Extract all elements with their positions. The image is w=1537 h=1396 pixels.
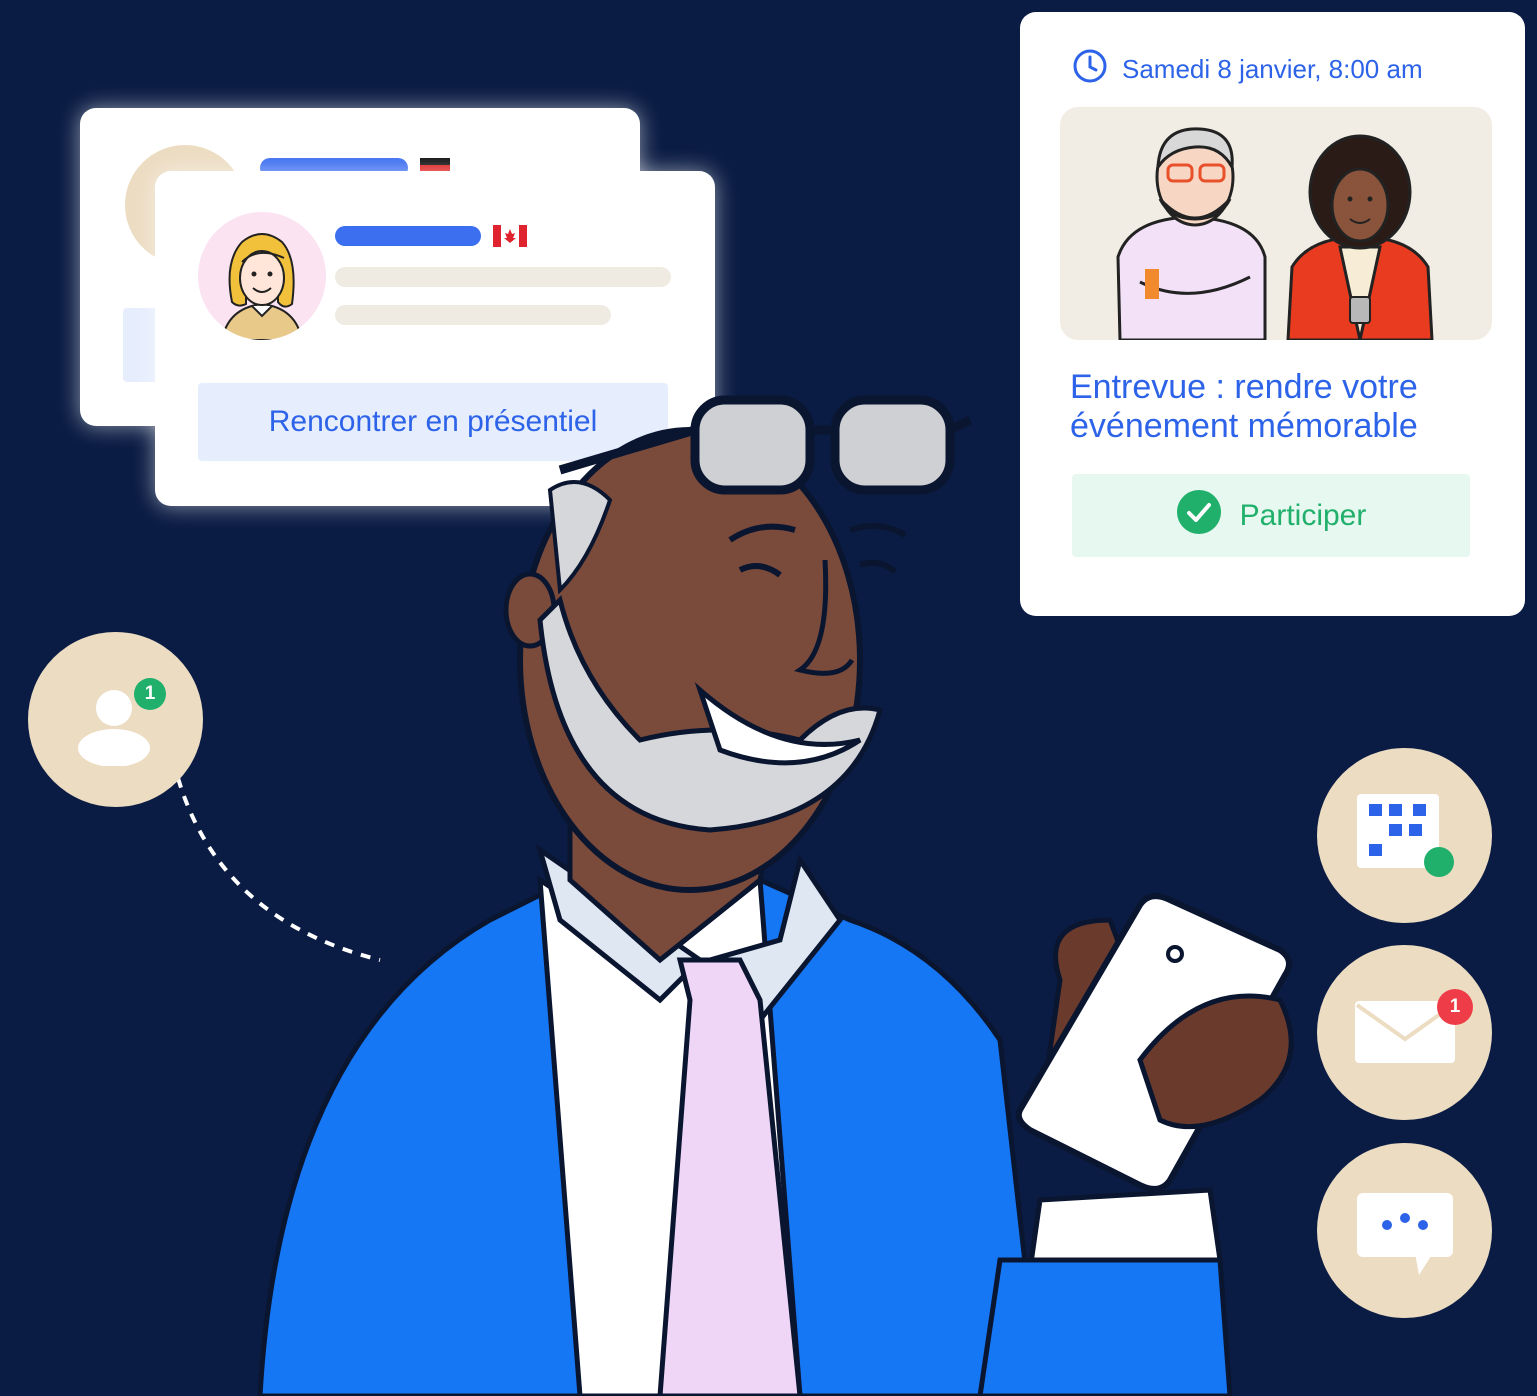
check-circle-icon [1176,489,1222,543]
event-title-line-1: Entrevue : rendre votre [1070,368,1418,406]
clock-icon [1072,48,1108,91]
info-line-placeholder [335,305,611,325]
connection-dashed-line [176,777,381,962]
mail-button[interactable]: 1 [1317,945,1492,1120]
mail-notification-count: 1 [1437,989,1473,1025]
info-line-placeholder [335,267,671,287]
chat-bubble-icon [1355,1191,1455,1282]
event-title-line-2: événement mémorable [1070,407,1418,445]
name-placeholder [335,226,481,246]
contacts-button[interactable]: 1 [28,632,203,807]
calendar-button[interactable] [1317,748,1492,923]
event-card: Samedi 8 janvier, 8:00 am Entrevue : ren… [1020,12,1525,616]
event-speakers-image [1060,107,1492,340]
event-date-text: Samedi 8 janvier, 8:00 am [1122,54,1423,84]
avatar [198,212,326,340]
contacts-notification-count: 1 [134,678,166,710]
canada-flag-icon [493,225,527,247]
event-date: Samedi 8 janvier, 8:00 am [1072,48,1423,91]
participate-label: Participer [1239,498,1367,532]
event-title: Entrevue : rendre votre événement mémora… [1070,368,1490,446]
messages-button[interactable] [1317,1143,1492,1318]
participate-button[interactable]: Participer [1072,474,1470,557]
calendar-grid-icon [1357,794,1457,889]
